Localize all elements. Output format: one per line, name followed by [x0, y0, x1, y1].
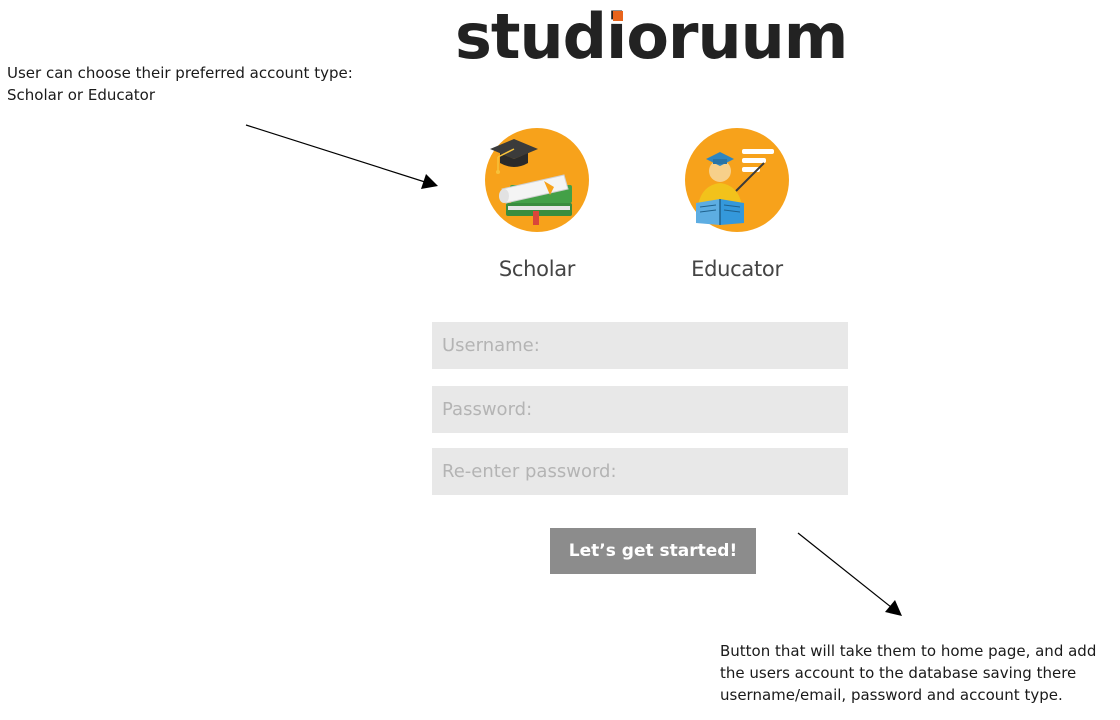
logo-text: studioruum	[455, 0, 848, 73]
password-input[interactable]	[432, 386, 848, 433]
annotation-line: Scholar or Educator	[7, 86, 156, 104]
account-type-scholar[interactable]: Scholar	[472, 127, 602, 281]
reenter-password-input[interactable]	[432, 448, 848, 495]
educator-icon	[685, 128, 789, 232]
signup-page: studioruum User can choose their preferr…	[0, 0, 1120, 720]
username-input[interactable]	[432, 322, 848, 369]
logo-accent-square	[613, 11, 623, 21]
annotation-line: username/email, password and account typ…	[720, 686, 1063, 704]
annotation-submit-button: Button that will take them to home page,…	[720, 640, 1120, 706]
studioruum-logo: studioruum	[455, 0, 848, 73]
arrow-to-submit-button	[797, 532, 902, 616]
annotation-line: the users account to the database saving…	[720, 664, 1077, 682]
educator-label: Educator	[691, 257, 783, 281]
annotation-line: Button that will take them to home page,…	[720, 642, 1097, 660]
lets-get-started-button[interactable]: Let’s get started!	[550, 528, 756, 574]
account-type-educator[interactable]: Educator	[672, 127, 802, 281]
annotation-line: User can choose their preferred account …	[7, 64, 353, 82]
annotation-account-type: User can choose their preferred account …	[7, 62, 447, 106]
scholar-icon	[485, 128, 589, 232]
scholar-label: Scholar	[498, 257, 576, 281]
arrow-to-account-types	[245, 124, 438, 189]
